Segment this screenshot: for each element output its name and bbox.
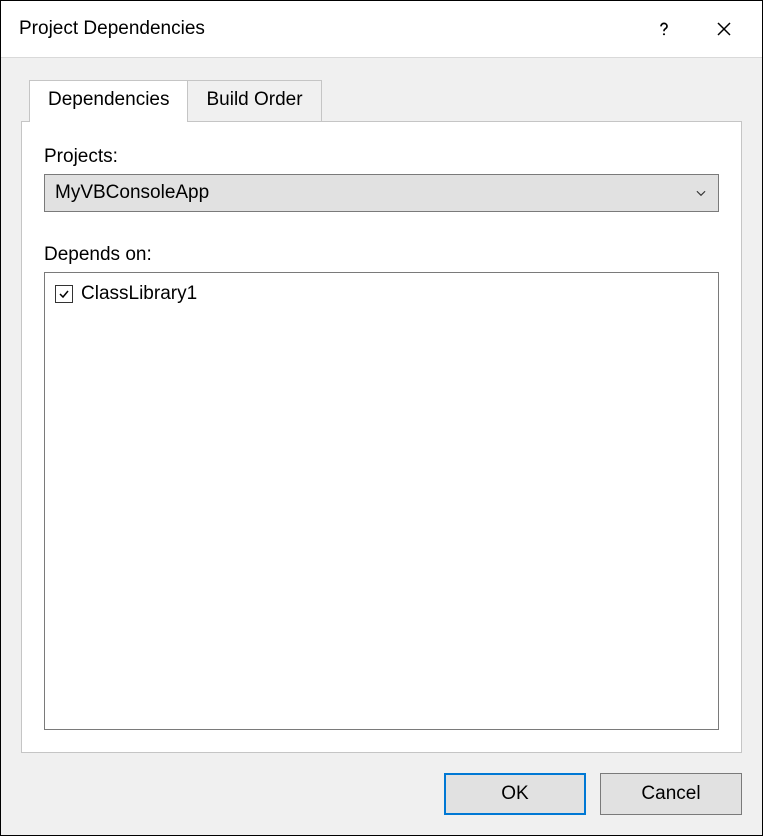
tab-build-order[interactable]: Build Order <box>188 80 321 121</box>
help-icon <box>655 20 673 38</box>
button-label: Cancel <box>641 783 700 805</box>
dialog-title: Project Dependencies <box>19 18 634 40</box>
projects-combobox[interactable]: MyVBConsoleApp <box>44 174 719 212</box>
cancel-button[interactable]: Cancel <box>600 773 742 815</box>
tab-label: Dependencies <box>48 89 169 110</box>
close-button[interactable] <box>694 1 754 57</box>
chevron-down-icon <box>694 186 708 200</box>
dialog-buttons: OK Cancel <box>21 753 742 815</box>
tabstrip: Dependencies Build Order <box>29 80 742 121</box>
tab-dependencies[interactable]: Dependencies <box>29 80 188 122</box>
depends-on-label: Depends on: <box>44 244 719 266</box>
ok-button[interactable]: OK <box>444 773 586 815</box>
button-label: OK <box>501 783 528 805</box>
close-icon <box>715 20 733 38</box>
tab-label: Build Order <box>206 89 302 110</box>
dialog-project-dependencies: Project Dependencies Dependencies Build … <box>0 0 763 836</box>
checkmark-icon <box>58 288 70 300</box>
list-item-label: ClassLibrary1 <box>81 283 197 305</box>
help-button[interactable] <box>634 1 694 57</box>
tabpanel-dependencies: Projects: MyVBConsoleApp Depends on: Cla… <box>21 121 742 753</box>
combobox-value: MyVBConsoleApp <box>55 182 209 204</box>
checkbox[interactable] <box>55 285 73 303</box>
list-item[interactable]: ClassLibrary1 <box>55 281 708 307</box>
dialog-body: Dependencies Build Order Projects: MyVBC… <box>1 57 762 835</box>
titlebar: Project Dependencies <box>1 1 762 57</box>
projects-label: Projects: <box>44 146 719 168</box>
depends-on-listbox[interactable]: ClassLibrary1 <box>44 272 719 730</box>
